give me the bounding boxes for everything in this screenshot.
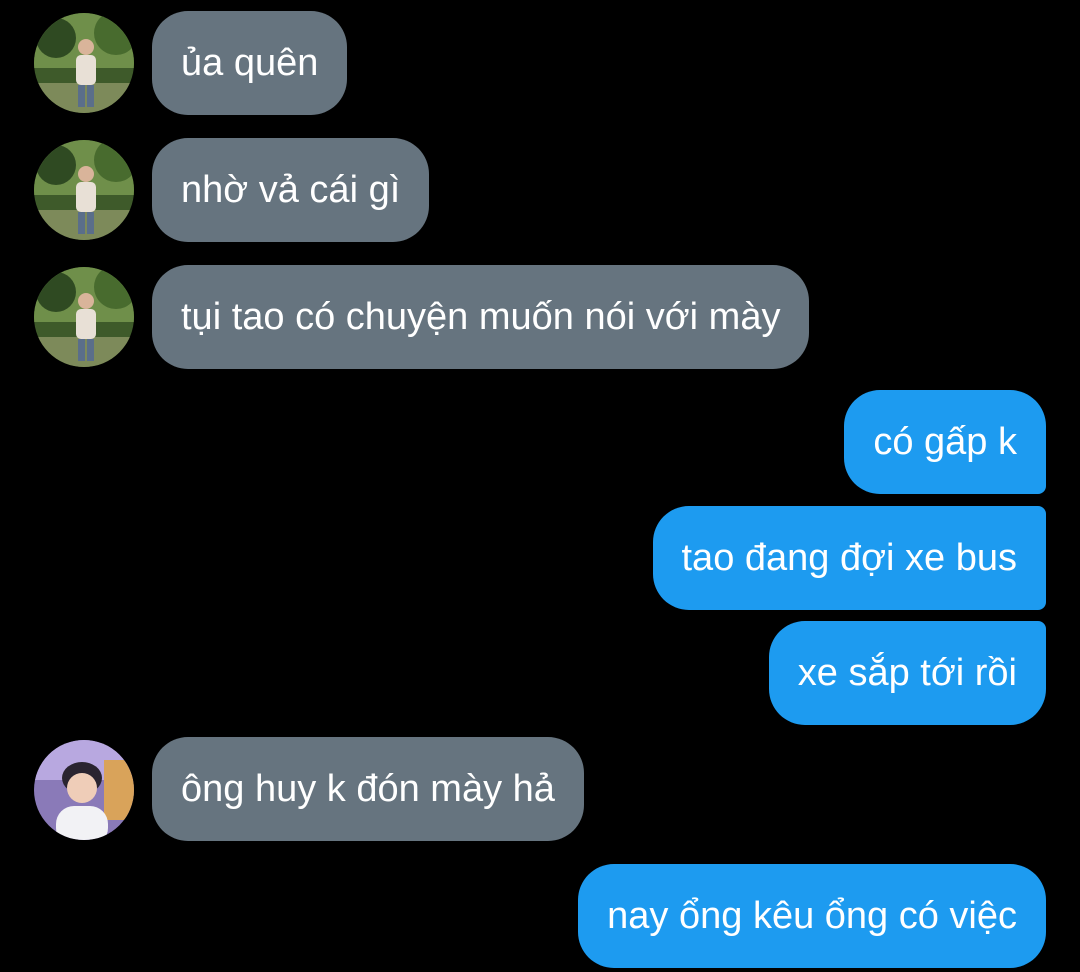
- avatar-photo-icon: [34, 740, 134, 840]
- message-bubble-outgoing[interactable]: xe sắp tới rồi: [768, 621, 1046, 725]
- avatar-photo-icon: [34, 267, 134, 367]
- contact-avatar[interactable]: [34, 13, 134, 113]
- message-bubble-incoming[interactable]: nhờ vả cái gì: [152, 138, 430, 242]
- message-bubble-outgoing[interactable]: nay ổng kêu ổng có việc: [578, 864, 1046, 968]
- message-text: ông huy k đón mày hả: [181, 768, 555, 810]
- message-text: tao đang đợi xe bus: [681, 537, 1018, 579]
- message-bubble-incoming[interactable]: ủa quên: [152, 11, 348, 115]
- avatar-photo-icon: [34, 140, 134, 240]
- message-text: có gấp k: [873, 421, 1017, 463]
- message-text: tụi tao có chuyện muốn nói với mày: [181, 296, 781, 338]
- message-text: xe sắp tới rồi: [797, 652, 1017, 694]
- contact-avatar[interactable]: [34, 740, 134, 840]
- contact-avatar[interactable]: [34, 140, 134, 240]
- message-text: nhờ vả cái gì: [181, 169, 401, 211]
- chat-thread: ủa quên nhờ vả cái gì tụi tao có chuyện …: [0, 0, 1080, 972]
- message-bubble-outgoing[interactable]: tao đang đợi xe bus: [652, 506, 1046, 610]
- message-bubble-outgoing[interactable]: có gấp k: [844, 390, 1046, 494]
- message-text: nay ổng kêu ổng có việc: [607, 895, 1017, 937]
- avatar-photo-icon: [34, 13, 134, 113]
- message-bubble-incoming[interactable]: ông huy k đón mày hả: [152, 737, 584, 841]
- message-text: ủa quên: [181, 42, 319, 84]
- message-bubble-incoming[interactable]: tụi tao có chuyện muốn nói với mày: [152, 265, 810, 369]
- contact-avatar[interactable]: [34, 267, 134, 367]
